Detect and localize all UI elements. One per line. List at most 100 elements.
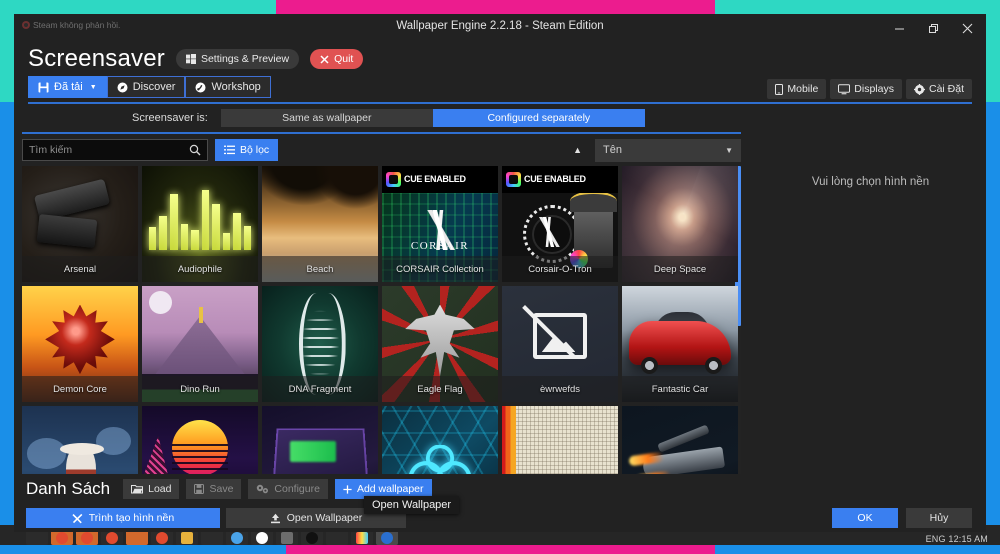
monitor-icon xyxy=(838,83,851,95)
corsair-sails-art xyxy=(527,217,570,248)
minimize-button[interactable] xyxy=(882,14,916,42)
workshop-icon xyxy=(195,82,206,93)
wallpaper-card[interactable]: Audiophile xyxy=(142,166,258,282)
wallpaper-card[interactable]: Deep Space xyxy=(622,166,738,282)
wallpaper-name: Deep Space xyxy=(622,256,738,282)
wallpaper-card[interactable]: èwrwefds xyxy=(502,286,618,402)
header-right-buttons[interactable]: Mobile Displays Cài Đặt xyxy=(767,76,972,102)
mode-same-as-wallpaper[interactable]: Same as wallpaper xyxy=(220,109,433,127)
ok-button[interactable]: OK xyxy=(832,508,898,528)
settings-preview-button[interactable]: Settings & Preview xyxy=(175,49,300,69)
upload-icon xyxy=(270,513,281,524)
main-tab-bar[interactable]: Đã tải ▼ Discover Workshop Mobile Displa… xyxy=(14,76,986,102)
cancel-button[interactable]: Hủy xyxy=(906,508,972,528)
settings-label: Cài Đặt xyxy=(928,83,964,95)
sort-select[interactable]: Tên ▼ xyxy=(595,138,741,162)
wallpaper-name: Fantastic Car xyxy=(622,376,738,402)
restore-button[interactable] xyxy=(916,14,950,42)
mode-configured-separately[interactable]: Configured separately xyxy=(432,109,645,127)
audio-bars-art xyxy=(148,185,252,250)
folder-open-icon xyxy=(131,484,144,494)
window-title: Wallpaper Engine 2.2.18 - Steam Edition xyxy=(396,20,604,32)
close-button[interactable] xyxy=(950,14,984,42)
window-titlebar[interactable]: Steam không phản hồi. Wallpaper Engine 2… xyxy=(14,14,986,42)
mobile-button[interactable]: Mobile xyxy=(767,79,827,99)
wallpaper-thumbnail xyxy=(382,406,498,474)
wallpaper-card[interactable] xyxy=(262,406,378,474)
desktop-band-blue-left xyxy=(0,102,14,554)
wallpaper-card[interactable]: Demon Core xyxy=(22,286,138,402)
window-controls[interactable] xyxy=(882,14,984,42)
chevron-down-icon: ▼ xyxy=(725,145,733,155)
wallpaper-card[interactable] xyxy=(382,406,498,474)
mode-configured-separately-label: Configured separately xyxy=(487,112,591,124)
screensaver-mode-label: Screensaver is: xyxy=(132,112,208,124)
wallpaper-grid[interactable]: Arsenal Audiophile Beach CORSAIR CUE ENA… xyxy=(22,166,738,474)
create-wallpaper-button[interactable]: Trình tạo hình nền xyxy=(26,508,220,528)
wallpaper-card[interactable]: CUE ENABLED Corsair-O-Tron xyxy=(502,166,618,282)
quit-button[interactable]: Quit xyxy=(310,49,364,69)
playlist-toolbar: Danh Sách Load Save Configure Add wallpa… xyxy=(14,474,986,514)
displays-button[interactable]: Displays xyxy=(830,79,902,99)
desktop-band-teal-top xyxy=(0,0,276,14)
save-playlist-button[interactable]: Save xyxy=(186,479,242,499)
wallpaper-name: CORSAIR Collection xyxy=(382,256,498,282)
wallpaper-card[interactable]: Arsenal xyxy=(22,166,138,282)
wallpaper-thumbnail xyxy=(262,406,378,474)
wallpaper-grid-container[interactable]: Arsenal Audiophile Beach CORSAIR CUE ENA… xyxy=(14,166,755,474)
wallpaper-card[interactable] xyxy=(502,406,618,474)
filter-button[interactable]: Bộ lọc xyxy=(215,139,279,161)
search-box[interactable] xyxy=(22,139,208,161)
action-toolbar: Trình tạo hình nền Open Wallpaper OK Hủy xyxy=(14,504,986,532)
taskbar-clock[interactable]: ENG 12:15 AM xyxy=(926,534,988,544)
load-playlist-button[interactable]: Load xyxy=(123,479,180,499)
wallpaper-card[interactable]: Beach xyxy=(262,166,378,282)
chevron-down-icon: ▼ xyxy=(89,83,97,91)
gears-icon xyxy=(256,484,269,494)
filter-list-icon xyxy=(224,145,235,155)
configure-playlist-button[interactable]: Configure xyxy=(248,479,328,499)
wallpaper-card[interactable] xyxy=(22,406,138,474)
wallpaper-card[interactable]: Eagle Flag xyxy=(382,286,498,402)
tab-installed[interactable]: Đã tải ▼ xyxy=(28,76,107,98)
settings-button[interactable]: Cài Đặt xyxy=(905,79,972,99)
create-wallpaper-label: Trình tạo hình nền xyxy=(88,512,175,524)
screensaver-mode-row: Screensaver is: Same as wallpaper Config… xyxy=(14,104,755,132)
hat-art xyxy=(60,443,105,455)
cloud-art xyxy=(26,438,67,469)
demon-core-art xyxy=(45,304,115,375)
sort-direction-toggle[interactable]: ▲ xyxy=(573,145,582,155)
razer-snakes-art xyxy=(405,445,475,474)
search-icon[interactable] xyxy=(189,144,201,156)
mode-same-as-wallpaper-label: Same as wallpaper xyxy=(282,112,372,124)
desktop-band-blue-right xyxy=(986,102,1000,554)
configure-playlist-label: Configure xyxy=(274,483,320,495)
displays-label: Displays xyxy=(854,83,894,95)
wrench-icon xyxy=(72,513,83,524)
mobile-label: Mobile xyxy=(787,83,819,95)
car-wheel-art xyxy=(704,357,722,375)
search-input[interactable] xyxy=(29,144,185,156)
tab-workshop[interactable]: Workshop xyxy=(185,76,271,98)
wallpaper-card[interactable]: Fantastic Car xyxy=(622,286,738,402)
filter-button-label: Bộ lọc xyxy=(240,144,270,156)
cue-badge-text: CUE ENABLED xyxy=(404,174,466,185)
tab-discover[interactable]: Discover xyxy=(106,76,186,98)
wallpaper-card[interactable]: DNA Fragment xyxy=(262,286,378,402)
close-x-icon xyxy=(320,54,329,64)
save-disk-icon xyxy=(194,484,205,494)
tab-installed-label: Đã tải xyxy=(54,81,83,93)
playlist-title: Danh Sách xyxy=(26,479,111,498)
wallpaper-thumbnail xyxy=(622,406,738,474)
preview-panel: Vui lòng chọn hình nền xyxy=(755,104,986,474)
wallpaper-name: DNA Fragment xyxy=(262,376,378,402)
wallpaper-card[interactable]: Dino Run xyxy=(142,286,258,402)
wallpaper-card[interactable] xyxy=(622,406,738,474)
desktop-band-teal-left xyxy=(0,0,14,102)
wallpaper-card[interactable]: CORSAIR CUE ENABLED CORSAIR Collection xyxy=(382,166,498,282)
cue-ring-icon xyxy=(506,171,521,187)
windows-icon xyxy=(185,54,196,64)
corsair-brand-text: CORSAIR xyxy=(410,239,470,252)
wallpaper-card[interactable] xyxy=(142,406,258,474)
wallpaper-name: Audiophile xyxy=(142,256,258,282)
